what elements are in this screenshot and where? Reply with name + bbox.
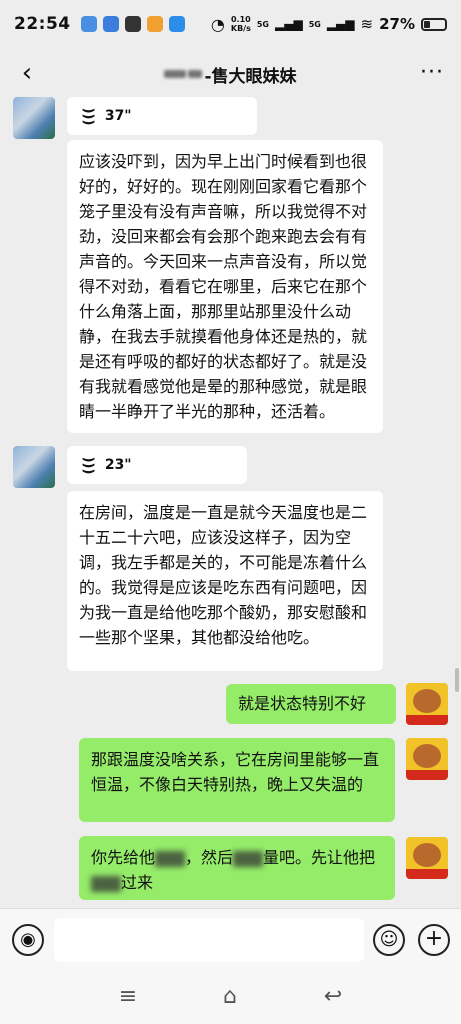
redacted-text — [233, 850, 264, 867]
signal-2-label: 5G — [308, 19, 321, 29]
system-nav-bar: ≡ ⌂ ↩ — [0, 970, 461, 1024]
net-speed-unit: KB/s — [230, 24, 251, 33]
app-notification-icon — [168, 16, 185, 32]
message-text: 那跟温度没啥关系，它在房间里能够一直恒温，不像白天特别热，晚上又失温的 — [91, 750, 380, 794]
speedometer-icon: ◔ — [210, 14, 225, 34]
outgoing-message[interactable]: 你先给他 ，然后 量吧。先让他把过来 — [79, 836, 395, 900]
chat-title: -售大眼妹妹 — [164, 62, 297, 87]
scrollbar[interactable] — [455, 668, 459, 692]
redacted-text — [91, 875, 121, 892]
voice-wave-icon: ))) — [80, 107, 96, 125]
avatar[interactable] — [13, 446, 55, 488]
transcript-text: 在房间，温度是一直是就今天温度也是二十五二十六吧，应该没这样子，因为空调，我左手… — [79, 503, 368, 647]
emoji-icon[interactable]: ☺ — [373, 924, 405, 956]
home-icon[interactable]: ⌂ — [217, 984, 243, 1010]
wifi-icon: ≋ — [360, 15, 374, 33]
input-bar: ◉ ☺ + — [0, 908, 461, 970]
voice-transcript[interactable]: 应该没吓到，因为早上出门时候看到也很好的，好好的。现在刚刚回家看它看那个笼子里没… — [67, 140, 383, 433]
plus-icon[interactable]: + — [418, 924, 450, 956]
avatar-band — [406, 869, 448, 879]
voice-input-icon[interactable]: ◉ — [12, 924, 44, 956]
back-icon[interactable]: ↩ — [320, 984, 346, 1010]
signal-icon: ▂▄▆ — [326, 17, 355, 31]
avatar[interactable] — [406, 837, 448, 879]
app-notification-icon — [146, 16, 163, 32]
voice-wave-icon: ))) — [80, 456, 96, 474]
avatar[interactable] — [406, 683, 448, 725]
avatar-band — [406, 715, 448, 725]
signal-icon: ▂▄▆ — [275, 17, 303, 31]
avatar[interactable] — [406, 738, 448, 780]
outgoing-message[interactable]: 那跟温度没啥关系，它在房间里能够一直恒温，不像白天特别热，晚上又失温的 — [79, 738, 395, 822]
status-app-icons — [80, 16, 185, 32]
message-text: 量吧。先让他把 — [263, 848, 376, 867]
signal-1-label: 5G — [256, 19, 269, 29]
message-text: 你先给他 — [91, 848, 156, 867]
battery-icon — [421, 17, 447, 31]
more-dots-icon[interactable]: ··· — [417, 58, 447, 88]
app-notification-icon — [80, 16, 97, 32]
message-input[interactable] — [54, 918, 364, 962]
chat-header: ‹ -售大眼妹妹 ··· — [0, 48, 461, 100]
avatar-band — [406, 770, 448, 780]
message-text: 过来 — [121, 873, 154, 892]
net-speed: 0.10 KB/s — [231, 15, 251, 33]
menu-icon[interactable]: ≡ — [115, 984, 141, 1010]
message-text: ，然后 — [185, 848, 234, 867]
voice-transcript[interactable]: 在房间，温度是一直是就今天温度也是二十五二十六吧，应该没这样子，因为空调，我左手… — [67, 491, 383, 671]
redacted-name — [164, 70, 187, 78]
voice-message[interactable]: ))) 23" — [67, 446, 247, 484]
voice-duration: 23" — [104, 457, 132, 473]
battery-percent: 27% — [379, 15, 415, 33]
redacted-text — [155, 850, 186, 867]
avatar-image — [413, 744, 441, 768]
outgoing-message[interactable]: 就是状态特别不好 — [226, 684, 396, 724]
voice-message[interactable]: ))) 37" — [67, 97, 257, 135]
voice-duration: 37" — [104, 108, 132, 124]
message-text: 就是状态特别不好 — [238, 694, 367, 713]
avatar[interactable] — [13, 97, 55, 139]
transcript-text: 应该没吓到，因为早上出门时候看到也很好的，好好的。现在刚刚回家看它看那个笼子里没… — [79, 152, 368, 421]
avatar-image — [413, 843, 441, 867]
chat-title-text: -售大眼妹妹 — [204, 66, 297, 87]
status-bar: 22:54 ◔ 0.10 KB/s 5G ▂▄▆ 5G ▂▄▆ ≋ 27% — [0, 0, 461, 48]
avatar-image — [413, 689, 441, 713]
app-notification-icon — [124, 16, 141, 32]
status-time: 22:54 — [14, 14, 71, 34]
redacted-name — [188, 70, 203, 78]
app-notification-icon — [102, 16, 119, 32]
net-speed-value: 0.10 — [230, 15, 251, 24]
chevron-left-icon[interactable]: ‹ — [12, 58, 42, 88]
